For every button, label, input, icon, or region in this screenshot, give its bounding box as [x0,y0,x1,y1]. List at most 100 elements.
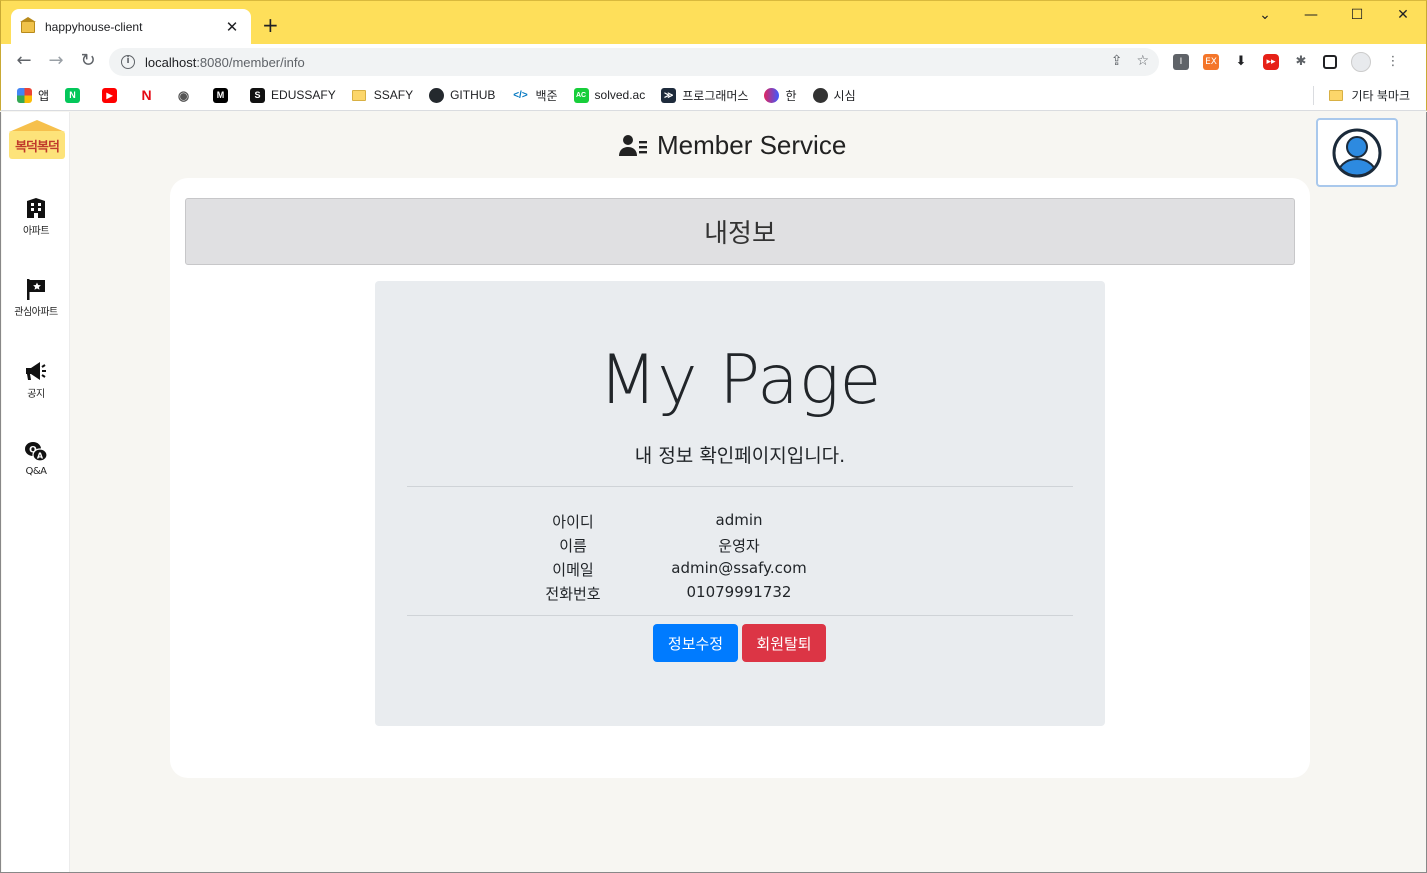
bookmark-label: 한 [785,88,797,103]
solvedac-icon: AC [573,87,589,103]
youtube-icon: ▶ [102,87,118,103]
bookmark-label: 프로그래머스 [682,88,749,103]
info-row-phone: 전화번호 01079991732 [375,583,1105,607]
sidebar-item-qna[interactable]: Q A Q&A [2,440,70,477]
withdraw-button[interactable]: 회원탈퇴 [742,624,826,662]
baekjoon-icon: </> [511,87,530,103]
bookmark-label: 앱 [38,88,50,103]
sidebar-item-label: 관심아파트 [14,307,58,318]
site-info-icon[interactable]: i [121,55,135,69]
tab-title: happyhouse-client [45,20,143,34]
bookmark-sisim[interactable]: 시심 [812,87,856,104]
tab-search-icon[interactable]: ⌄ [1255,7,1275,23]
bookmark-solvedac[interactable]: AC solved.ac [573,87,646,103]
forward-button[interactable]: → [45,50,67,72]
mypage-jumbotron: My Page 내 정보 확인페이지입니다. 아이디 admin 이름 운영자 … [375,281,1105,726]
address-bar[interactable]: i localhost:8080/member/info ⇪ ☆ [109,48,1159,76]
page-viewport: 복덕복덕 아파트 관심아파트 공지 Q A Q&A Member Service… [0,112,1427,873]
extension-i-icon[interactable]: I [1173,54,1189,70]
folder-icon [351,89,366,101]
github-icon [429,87,445,103]
maximize-button[interactable]: ☐ [1347,7,1367,23]
sidebar-item-apartment[interactable]: 아파트 [2,196,70,237]
close-window-button[interactable]: ✕ [1393,7,1413,23]
bookmark-apps[interactable]: 앱 [17,87,49,104]
sidepanel-icon[interactable] [1323,55,1337,69]
bookmark-baekjoon[interactable]: </> 백준 [511,87,558,104]
bookmark-netflix[interactable]: N [139,87,160,103]
edit-info-button[interactable]: 정보수정 [653,624,738,662]
other-bookmarks-label: 기타 북마크 [1351,89,1410,103]
logo-body: 복덕복덕 [9,131,65,159]
browser-tab[interactable]: happyhouse-client ✕ [11,9,251,45]
sidebar-item-notice[interactable]: 공지 [2,359,70,400]
back-button[interactable]: ← [13,50,35,72]
browser-profile-avatar[interactable] [1351,52,1371,72]
bookmark-youtube[interactable]: ▶ [102,87,123,103]
han-icon [764,87,780,103]
qna-chat-icon: Q A [25,442,48,462]
sidebar: 복덕복덕 아파트 관심아파트 공지 Q A Q&A [2,112,70,872]
sidebar-item-label: 공지 [27,389,45,400]
info-value: admin [715,511,763,529]
bookmark-label: EDUSSAFY [271,88,336,102]
star-bookmark-icon[interactable]: ☆ [1136,53,1149,69]
user-avatar-button[interactable] [1316,118,1398,187]
divider [407,486,1073,487]
flag-star-icon [27,279,45,300]
minimize-button[interactable]: — [1301,7,1321,23]
user-avatar-icon [1332,128,1382,177]
puzzle-extensions-icon[interactable]: ✱ [1293,54,1309,70]
sidebar-item-label: 아파트 [22,226,50,237]
page-title: Member Service [619,130,846,161]
divider [407,615,1073,616]
bookmark-label: 시심 [833,88,856,103]
building-icon [27,198,45,218]
page-title-text: Member Service [657,130,847,160]
apps-grid-icon [17,87,32,103]
bookmark-4[interactable]: ◉ [176,87,197,103]
reload-button[interactable]: ↻ [77,50,99,72]
share-icon[interactable]: ⇪ [1111,53,1123,69]
info-label: 이름 [559,537,587,555]
card-header-title: 내정보 [704,219,776,249]
url-host: localhost [145,54,197,70]
sidebar-item-favorite-apartment[interactable]: 관심아파트 [2,277,70,318]
info-value: admin@ssafy.com [671,559,807,577]
bookmark-edussafy[interactable]: S EDUSSAFY [250,87,336,103]
naver-icon: N [65,87,81,103]
globe-icon [812,87,828,103]
bookmark-label: solved.ac [594,88,646,102]
netflix-icon: N [139,87,155,103]
info-value: 운영자 [718,537,760,555]
bookmark-medium[interactable]: M [213,87,234,103]
info-row-name: 이름 운영자 [375,535,1105,559]
bookmark-label: GITHUB [450,88,496,102]
member-info-card: 내정보 My Page 내 정보 확인페이지입니다. 아이디 admin 이름 … [170,178,1310,778]
menu-kebab-icon[interactable]: ⋮ [1385,54,1401,70]
bookmark-han[interactable]: 한 [764,87,797,104]
download-extension-icon[interactable]: ⬇ [1233,54,1249,70]
video-extension-icon[interactable]: ▸▸ [1263,54,1279,70]
bookmark-ssafy[interactable]: SSAFY [351,88,414,102]
bookmark-label: SSAFY [373,88,414,102]
bookmark-github[interactable]: GITHUB [429,87,496,103]
logo[interactable]: 복덕복덕 [5,120,69,162]
new-tab-button[interactable]: + [262,15,279,35]
bookmark-label: 백준 [535,88,558,103]
medium-icon: M [213,87,229,103]
card-header: 내정보 [185,198,1295,265]
jumbotron-title: My Page [598,341,882,420]
bookmark-programmers[interactable]: ≫ 프로그래머스 [661,87,748,104]
tab-close-icon[interactable]: ✕ [223,18,241,36]
bookmarks-separator [1313,86,1314,105]
info-value: 01079991732 [686,583,792,601]
browser-toolbar: ← → ↻ i localhost:8080/member/info ⇪ ☆ I… [0,44,1427,80]
megaphone-icon [26,362,46,380]
svg-text:A: A [37,452,44,461]
other-bookmarks[interactable]: 기타 북마크 [1329,87,1410,104]
bookmark-icon-4: ◉ [176,87,192,103]
bookmark-naver[interactable]: N [65,87,86,103]
extension-ex-icon[interactable]: EX [1203,54,1219,70]
browser-tab-strip: happyhouse-client ✕ + ⌄ — ☐ ✕ [0,0,1427,45]
